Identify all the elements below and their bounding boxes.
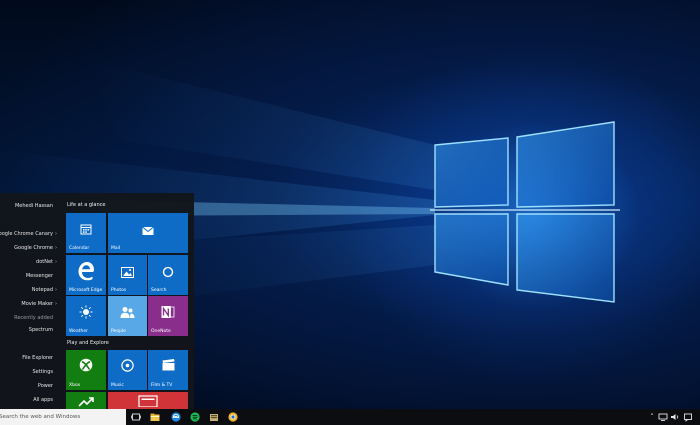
app-label: All apps xyxy=(33,397,53,403)
tile-label: Photos xyxy=(111,288,127,293)
photos-icon xyxy=(121,267,134,278)
tile-label: Mail xyxy=(111,246,121,251)
app-label: Messenger xyxy=(25,273,53,279)
tile-weather[interactable]: Weather xyxy=(66,296,106,336)
tile-label: Film & TV xyxy=(151,383,173,388)
app-label: Movie Maker xyxy=(21,301,53,307)
tile-label: Weather xyxy=(69,329,88,334)
app-label: Spectrum xyxy=(28,327,53,333)
chevron-right-icon[interactable]: › xyxy=(55,243,57,253)
app-label: Notepad xyxy=(31,287,53,293)
file-explorer-link[interactable]: File Explorer xyxy=(0,353,62,363)
edge-icon xyxy=(78,262,94,281)
app-label: Google Chrome Canary xyxy=(0,231,53,237)
section-play-and-explore: Play and Explore xyxy=(67,340,109,346)
start-app-item[interactable]: Google Chrome Canary › xyxy=(0,229,62,239)
chevron-right-icon[interactable]: › xyxy=(55,299,57,309)
taskbar: Search the web and Windows ˄ xyxy=(0,409,700,425)
show-hidden-icons[interactable]: ˄ xyxy=(647,412,657,422)
all-apps-button[interactable]: All apps xyxy=(0,395,62,405)
tile-search[interactable]: Search xyxy=(148,255,188,295)
start-app-item[interactable]: Google Chrome › xyxy=(0,243,62,253)
cortana-circle-icon xyxy=(162,266,174,278)
tile-calendar[interactable]: Calendar xyxy=(66,213,106,253)
app-label: Google Chrome xyxy=(14,245,53,251)
onenote-icon xyxy=(161,306,175,318)
tile-label: Calendar xyxy=(69,246,90,251)
tile-film-tv[interactable]: Film & TV xyxy=(148,350,188,390)
notifications-icon[interactable] xyxy=(683,412,693,422)
start-app-item[interactable]: Spectrum xyxy=(0,325,62,335)
spotify-icon[interactable] xyxy=(190,412,200,422)
tile-people[interactable]: People xyxy=(108,296,147,336)
start-app-item[interactable]: dotNet › xyxy=(0,257,62,267)
start-menu: Mehedi Hassan Google Chrome Canary › Goo… xyxy=(0,193,194,409)
app-label: Settings xyxy=(32,369,53,375)
sun-icon xyxy=(79,305,93,319)
task-view-icon[interactable] xyxy=(131,412,141,422)
user-account[interactable]: Mehedi Hassan xyxy=(0,201,62,211)
start-app-item[interactable]: Messenger xyxy=(0,271,62,281)
tile-mail[interactable]: Mail xyxy=(108,213,188,253)
user-name: Mehedi Hassan xyxy=(14,203,53,209)
media-app-icon[interactable] xyxy=(209,412,219,422)
tile-label: People xyxy=(111,329,126,334)
start-app-item[interactable]: Notepad › xyxy=(0,285,62,295)
tile-label: Music xyxy=(111,383,124,388)
chevron-right-icon[interactable]: › xyxy=(55,257,57,267)
network-icon[interactable] xyxy=(658,412,668,422)
app-label: File Explorer xyxy=(22,355,53,361)
mail-icon xyxy=(142,226,154,235)
tile-microsoft-edge[interactable]: Microsoft Edge xyxy=(66,255,106,295)
taskbar-search-box[interactable]: Search the web and Windows xyxy=(0,409,126,425)
tile-xbox[interactable]: Xbox xyxy=(66,350,106,390)
tile-label: OneNote xyxy=(151,329,171,334)
people-icon xyxy=(120,307,135,318)
clapperboard-icon xyxy=(162,359,175,371)
chrome-canary-icon[interactable] xyxy=(228,412,238,422)
chevron-right-icon[interactable]: › xyxy=(55,285,57,295)
section-life-at-a-glance: Life at a glance xyxy=(67,202,106,208)
calendar-icon xyxy=(80,224,92,235)
app-label: Power xyxy=(37,383,53,389)
file-explorer-icon[interactable] xyxy=(150,412,160,422)
edge-icon[interactable] xyxy=(171,412,181,422)
start-menu-app-list: Mehedi Hassan Google Chrome Canary › Goo… xyxy=(0,193,62,409)
xbox-icon xyxy=(79,358,93,372)
tile-label: Search xyxy=(151,288,167,293)
tile-photos[interactable]: Photos xyxy=(108,255,147,295)
tile-label: Microsoft Edge xyxy=(69,288,103,293)
trending-chart-icon xyxy=(78,397,94,407)
tile-onenote[interactable]: OneNote xyxy=(148,296,188,336)
recently-added-header: Recently added xyxy=(0,313,62,323)
volume-icon[interactable] xyxy=(670,412,680,422)
tile-news[interactable] xyxy=(108,392,188,409)
tile-music[interactable]: Music xyxy=(108,350,147,390)
groove-music-icon xyxy=(121,359,134,372)
settings-link[interactable]: Settings xyxy=(0,367,62,377)
news-icon xyxy=(138,395,158,407)
app-label: dotNet xyxy=(36,259,53,265)
tile-label: Xbox xyxy=(69,383,81,388)
tile-money[interactable] xyxy=(66,392,106,409)
search-placeholder: Search the web and Windows xyxy=(0,414,81,420)
chevron-right-icon[interactable]: › xyxy=(55,229,57,239)
section-label: Recently added xyxy=(14,315,53,321)
power-button[interactable]: Power xyxy=(0,381,62,391)
start-app-item[interactable]: Movie Maker › xyxy=(0,299,62,309)
